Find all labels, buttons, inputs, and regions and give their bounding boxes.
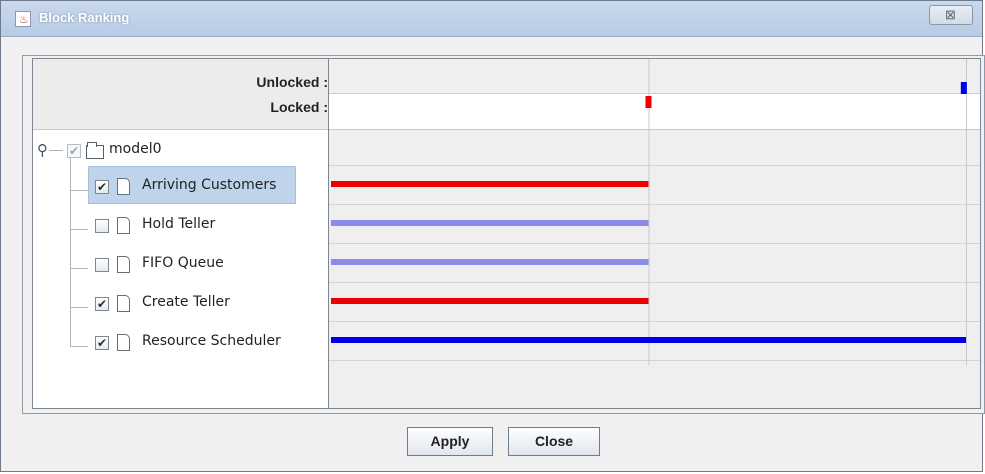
item-label: Hold Teller (142, 216, 216, 232)
unlocked-marker (960, 82, 967, 94)
folder-icon (86, 142, 104, 159)
tree-item-hold-teller[interactable]: Hold Teller (33, 213, 338, 237)
key-icon[interactable]: ⚲ (37, 141, 48, 159)
fifo-queue-checkbox[interactable] (95, 258, 109, 272)
document-icon (117, 334, 130, 351)
block-tree: ⚲ ✔ model0 ✔ Arriving Customers Hold Tel… (33, 130, 338, 408)
bar-create-teller (331, 298, 649, 304)
tree-line (49, 150, 63, 151)
document-icon (117, 295, 130, 312)
hold-teller-checkbox[interactable] (95, 219, 109, 233)
locked-strip (329, 93, 980, 129)
item-label: Create Teller (142, 294, 230, 310)
window-title: Block Ranking (39, 10, 130, 25)
ranking-chart (328, 58, 981, 409)
root-checkbox[interactable]: ✔ (67, 144, 81, 158)
ranking-panel: Unlocked : Locked : ⚲ ✔ model0 ✔ Arrivin… (22, 55, 985, 414)
block-ranking-dialog: ♨ Block Ranking ⊠ Unlocked : Locked : ⚲ … (0, 0, 985, 472)
close-icon: ⊠ (945, 7, 956, 22)
apply-button[interactable]: Apply (407, 427, 493, 456)
locked-marker (645, 96, 652, 108)
window-close-button[interactable]: ⊠ (929, 5, 973, 25)
bar-arriving-customers (331, 181, 649, 187)
item-label: Arriving Customers (142, 177, 277, 193)
tree-item-create-teller[interactable]: ✔ Create Teller (33, 291, 338, 315)
tree-item-fifo-queue[interactable]: FIFO Queue (33, 252, 338, 276)
tree-root-model0[interactable]: ⚲ ✔ model0 (33, 138, 338, 162)
legend-area: Unlocked : Locked : (33, 59, 338, 130)
title-bar[interactable]: ♨ Block Ranking ⊠ (1, 1, 982, 37)
document-icon (117, 217, 130, 234)
document-icon (117, 256, 130, 273)
bar-hold-teller (331, 220, 649, 226)
create-teller-checkbox[interactable]: ✔ (95, 297, 109, 311)
ranking-chart-svg (329, 59, 980, 365)
tree-root-label: model0 (109, 141, 162, 157)
bar-fifo-queue (331, 259, 649, 265)
item-label: Resource Scheduler (142, 333, 281, 349)
unlocked-strip (329, 59, 980, 93)
bar-resource-scheduler (331, 337, 966, 343)
item-label: FIFO Queue (142, 255, 224, 271)
block-tree-panel: Unlocked : Locked : ⚲ ✔ model0 ✔ Arrivin… (32, 58, 339, 409)
close-button[interactable]: Close (508, 427, 600, 456)
arriving-customers-checkbox[interactable]: ✔ (95, 180, 109, 194)
unlocked-label: Unlocked : (256, 74, 328, 90)
tree-item-arriving-customers[interactable]: ✔ Arriving Customers (33, 174, 338, 198)
java-icon: ♨ (15, 11, 31, 27)
locked-label: Locked : (270, 99, 328, 115)
tree-item-resource-scheduler[interactable]: ✔ Resource Scheduler (33, 330, 338, 354)
resource-scheduler-checkbox[interactable]: ✔ (95, 336, 109, 350)
document-icon (117, 178, 130, 195)
